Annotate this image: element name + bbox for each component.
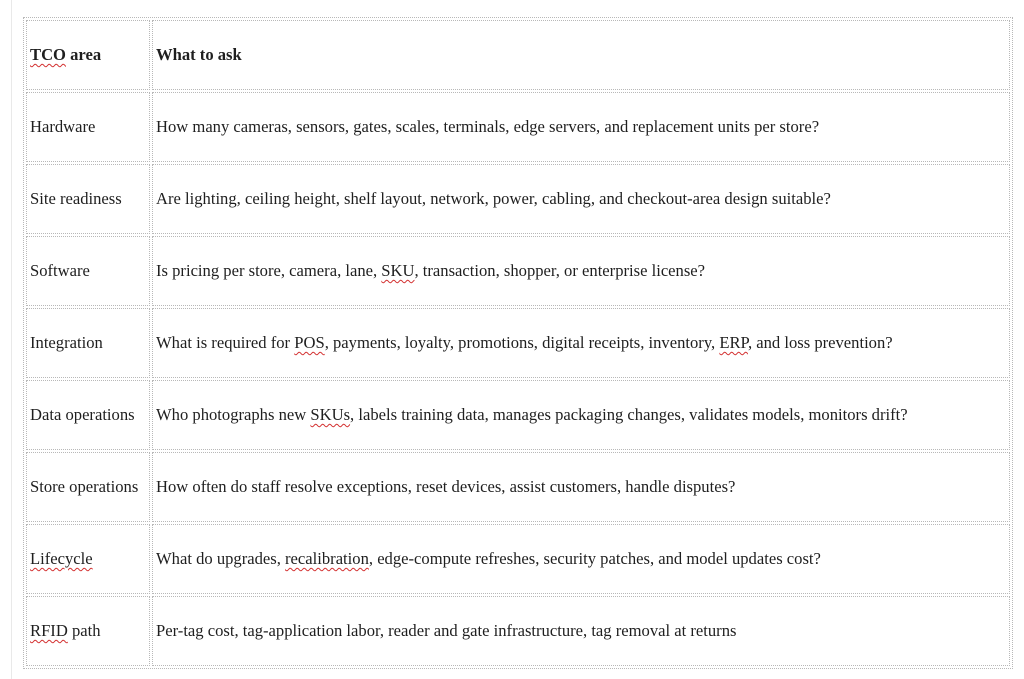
table-row: Store operations How often do staff reso… [26, 452, 1010, 522]
table-row: Integration What is required for POS, pa… [26, 308, 1010, 378]
question-text: Per-tag cost, tag-application labor, rea… [156, 621, 737, 640]
question-flagged-text: recalibration [285, 549, 369, 568]
question-cell: Per-tag cost, tag-application labor, rea… [152, 596, 1010, 666]
question-text: Who photographs new [156, 405, 311, 424]
question-text-mid: , labels training data, manages packagin… [350, 405, 908, 424]
area-text: Store operations [30, 477, 139, 496]
question-flagged-text: SKUs [310, 405, 351, 424]
question-flagged-text: SKU [381, 261, 415, 280]
question-cell: How often do staff resolve exceptions, r… [152, 452, 1010, 522]
area-cell: Lifecycle [26, 524, 150, 594]
question-text-mid: , transaction, shopper, or enterprise li… [414, 261, 706, 280]
area-text: Integration [30, 333, 103, 352]
table-row: Site readiness Are lighting, ceiling hei… [26, 164, 1010, 234]
area-text: Site readiness [30, 189, 122, 208]
question-text: Is pricing per store, camera, lane, [156, 261, 382, 280]
question-text-tail: , and loss prevention? [747, 333, 893, 352]
area-cell: Data operations [26, 380, 150, 450]
question-text: How often do staff resolve exceptions, r… [156, 477, 736, 496]
table-row: Lifecycle What do upgrades, recalibratio… [26, 524, 1010, 594]
area-cell: Software [26, 236, 150, 306]
question-flagged-text: POS [294, 333, 325, 352]
header-cell-tco-area: TCO area [26, 20, 150, 90]
table-header-row: TCO area What to ask [26, 20, 1010, 90]
area-cell: Integration [26, 308, 150, 378]
question-cell: How many cameras, sensors, gates, scales… [152, 92, 1010, 162]
area-cell: Hardware [26, 92, 150, 162]
area-cell: Store operations [26, 452, 150, 522]
table-row: RFID path Per-tag cost, tag-application … [26, 596, 1010, 666]
question-flagged-text-2: ERP [719, 333, 748, 352]
header-tco-word: TCO [30, 45, 66, 64]
question-cell: Are lighting, ceiling height, shelf layo… [152, 164, 1010, 234]
area-text: Data operations [30, 405, 135, 424]
header-area-word: area [65, 45, 102, 64]
page-left-edge [11, 0, 12, 679]
table-row: Data operations Who photographs new SKUs… [26, 380, 1010, 450]
header-cell-what-to-ask: What to ask [152, 20, 1010, 90]
area-cell: RFID path [26, 596, 150, 666]
question-cell: What do upgrades, recalibration, edge-co… [152, 524, 1010, 594]
tco-table: TCO area What to ask Hardware How many c… [23, 17, 1013, 669]
question-text: What do upgrades, [156, 549, 286, 568]
question-cell: Who photographs new SKUs, labels trainin… [152, 380, 1010, 450]
area-text: Software [30, 261, 90, 280]
table-row: Hardware How many cameras, sensors, gate… [26, 92, 1010, 162]
area-text: Hardware [30, 117, 96, 136]
area-text-tail: path [67, 621, 101, 640]
area-cell: Site readiness [26, 164, 150, 234]
header-question-text: What to ask [156, 45, 242, 64]
question-text-mid: , payments, loyalty, promotions, digital… [324, 333, 720, 352]
question-cell: Is pricing per store, camera, lane, SKU,… [152, 236, 1010, 306]
question-text-mid: , edge-compute refreshes, security patch… [368, 549, 821, 568]
area-flagged-text: Lifecycle [30, 549, 93, 568]
question-cell: What is required for POS, payments, loya… [152, 308, 1010, 378]
question-text: What is required for [156, 333, 295, 352]
table-row: Software Is pricing per store, camera, l… [26, 236, 1010, 306]
question-text: Are lighting, ceiling height, shelf layo… [156, 189, 831, 208]
area-flagged-text: RFID [30, 621, 68, 640]
question-text: How many cameras, sensors, gates, scales… [156, 117, 820, 136]
